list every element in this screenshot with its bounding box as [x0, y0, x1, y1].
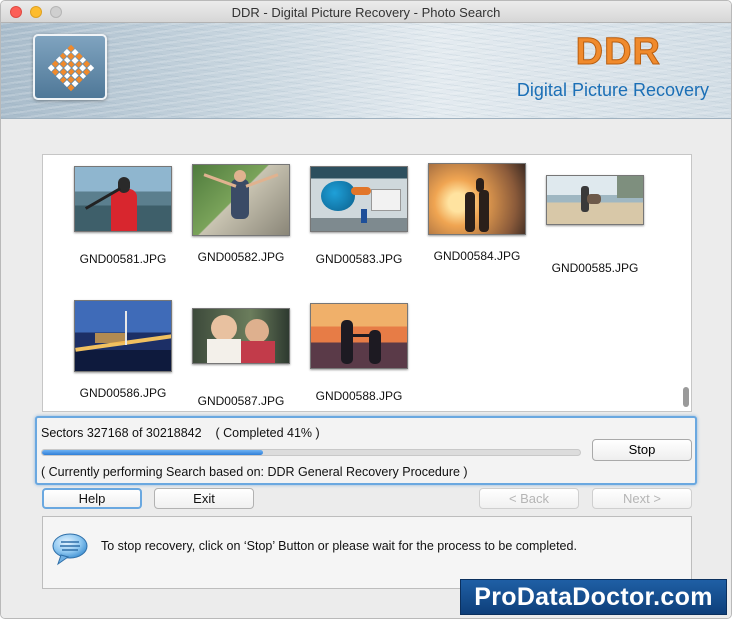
photo-thumbnail[interactable] [74, 300, 172, 372]
vertical-scrollbar[interactable] [683, 387, 689, 407]
thumbnail-item[interactable]: GND00583.JPG [304, 166, 414, 266]
speech-bubble-icon [52, 533, 88, 566]
app-logo [33, 34, 107, 100]
sectors-count: Sectors 327168 of 30218842 [41, 426, 202, 440]
thumbnail-grid: GND00581.JPG GND00582.JPG GND00583.JPG G… [42, 154, 692, 412]
title-bar: DDR - Digital Picture Recovery - Photo S… [1, 1, 731, 23]
thumbnail-filename: GND00586.JPG [79, 386, 167, 400]
thumbnail-filename: GND00582.JPG [197, 250, 285, 264]
progress-bar-fill [42, 450, 263, 455]
photo-thumbnail[interactable] [74, 166, 172, 232]
thumbnail-item[interactable]: GND00587.JPG [186, 308, 296, 408]
brand-name: DDR [575, 31, 661, 74]
progress-panel: Sectors 327168 of 30218842 ( Completed 4… [35, 416, 697, 485]
stop-button[interactable]: Stop [592, 439, 692, 461]
photo-thumbnail[interactable] [546, 175, 644, 225]
back-button[interactable]: < Back [479, 488, 579, 509]
thumbnail-item[interactable]: GND00581.JPG [68, 166, 178, 266]
thumbnail-filename: GND00585.JPG [551, 261, 639, 275]
search-status-text: ( Currently performing Search based on: … [41, 465, 468, 479]
help-button[interactable]: Help [42, 488, 142, 509]
thumbnail-filename: GND00584.JPG [433, 249, 521, 263]
info-message: To stop recovery, click on ‘Stop’ Button… [101, 539, 577, 553]
header-banner: DDR Digital Picture Recovery [1, 23, 731, 119]
thumbnail-item[interactable]: GND00584.JPG [422, 163, 532, 263]
thumbnail-filename: GND00587.JPG [197, 394, 285, 408]
thumbnail-item[interactable]: GND00586.JPG [68, 300, 178, 400]
watermark-banner: ProDataDoctor.com [460, 579, 727, 615]
photo-thumbnail[interactable] [192, 308, 290, 364]
exit-button[interactable]: Exit [154, 488, 254, 509]
photo-thumbnail[interactable] [428, 163, 526, 235]
app-window: DDR - Digital Picture Recovery - Photo S… [0, 0, 732, 619]
photo-thumbnail[interactable] [192, 164, 290, 236]
window-title: DDR - Digital Picture Recovery - Photo S… [231, 5, 501, 20]
thumbnail-filename: GND00581.JPG [79, 252, 167, 266]
sector-progress-text: Sectors 327168 of 30218842 ( Completed 4… [41, 426, 320, 440]
checkered-diamond-logo-icon [47, 44, 95, 92]
thumbnail-filename: GND00583.JPG [315, 252, 403, 266]
main-content: GND00581.JPG GND00582.JPG GND00583.JPG G… [1, 120, 731, 618]
progress-bar [41, 449, 581, 456]
photo-thumbnail[interactable] [310, 166, 408, 232]
product-name: Digital Picture Recovery [516, 80, 709, 100]
completed-percent: ( Completed 41% ) [215, 426, 320, 440]
photo-thumbnail[interactable] [310, 303, 408, 369]
thumbnail-filename: GND00588.JPG [315, 389, 403, 403]
next-button[interactable]: Next > [592, 488, 692, 509]
thumbnail-item[interactable]: GND00585.JPG [540, 175, 650, 275]
thumbnail-item[interactable]: GND00582.JPG [186, 164, 296, 264]
thumbnail-item[interactable]: GND00588.JPG [304, 303, 414, 403]
